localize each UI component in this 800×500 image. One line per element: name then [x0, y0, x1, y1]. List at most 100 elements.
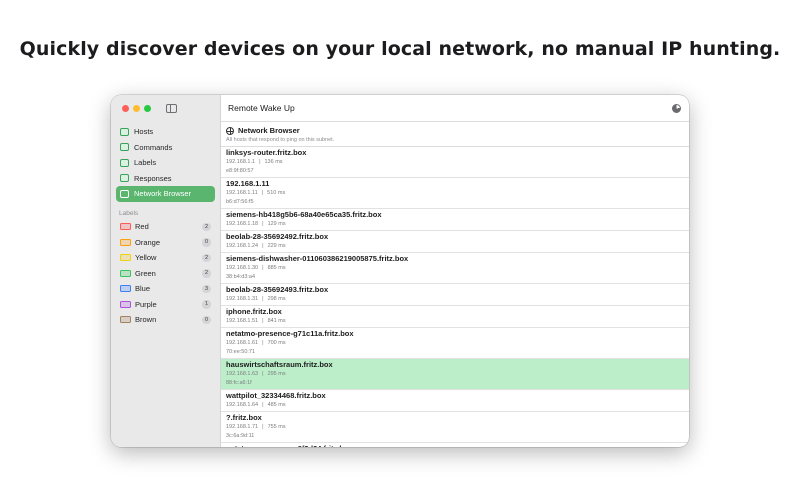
sidebar-item-label: Responses — [134, 173, 172, 183]
host-ping-time: 485 ms — [267, 402, 286, 408]
host-ip: 192.168.1.61 — [226, 340, 259, 346]
host-name: beolab-28-35692492.fritz.box — [226, 232, 329, 241]
sidebar-item-hosts[interactable]: Hosts — [116, 124, 215, 140]
host-meta: 192.168.1.64 | 485 ms — [226, 401, 689, 410]
section-title: Network Browser — [238, 126, 300, 135]
sidebar-item-label: Labels — [134, 158, 157, 168]
host-ping-time: 755 ms — [267, 424, 286, 430]
label-count-badge: 2 — [202, 269, 211, 278]
label-item-yellow[interactable]: Yellow 2 — [116, 250, 215, 266]
host-row[interactable]: netatmo-presence-g71c11a.fritz.box 192.16… — [221, 328, 689, 359]
label-tag-icon — [120, 269, 131, 277]
host-list: linksys-router.fritz.box 192.168.1.1 | 136 … — [221, 147, 689, 447]
section-subtitle: All hosts that respond to ping on this s… — [226, 137, 335, 143]
sidebar-item-commands[interactable]: Commands — [116, 140, 215, 156]
label-item-brown[interactable]: Brown 0 — [116, 312, 215, 328]
host-name: linksys-router.fritz.box — [226, 148, 307, 157]
host-meta: 192.168.1.30 | 885 ms — [226, 264, 689, 273]
host-ping-time: 229 ms — [267, 243, 286, 249]
host-ping-time: 700 ms — [267, 340, 286, 346]
label-name: Purple — [135, 299, 157, 309]
host-ip: 192.168.1.30 — [226, 265, 259, 271]
network-icon — [120, 189, 129, 198]
host-ip: 192.168.1.31 — [226, 296, 259, 302]
host-name: netatmo-presence-g6f3d24.fritz.box — [226, 444, 689, 447]
label-name: Orange — [135, 237, 161, 247]
title-bar: Remote Wake Up — [221, 95, 689, 122]
label-tag-icon — [120, 316, 131, 324]
host-name: wattpilot_32334468.fritz.box — [226, 391, 326, 400]
label-name: Brown — [135, 315, 157, 325]
host-row[interactable]: wattpilot_32334468.fritz.box 192.168.1.64… — [221, 390, 689, 412]
host-mac-address: b6:d7:56:f5 — [226, 199, 254, 205]
sidebar-item-label: Commands — [134, 142, 173, 152]
label-name: Red — [135, 222, 149, 232]
host-meta-separator: | — [262, 402, 264, 408]
network-browser-icon — [226, 127, 234, 135]
host-row[interactable]: hauswirtschaftsraum.fritz.box 192.168.1.6… — [221, 359, 689, 390]
label-count-badge: 3 — [202, 284, 211, 293]
label-name: Blue — [135, 284, 151, 294]
host-meta: 192.168.1.18 | 129 ms — [226, 220, 689, 229]
minimize-window-button[interactable] — [133, 105, 140, 112]
sidebar-nav: Hosts Commands Labels Responses Network Brow… — [116, 124, 215, 202]
host-meta-separator: | — [261, 190, 264, 196]
label-count-badge: 0 — [202, 315, 211, 324]
label-item-purple[interactable]: Purple 1 — [116, 297, 215, 313]
host-ip: 192.168.1.71 — [226, 424, 259, 430]
host-row[interactable]: beolab-28-35692493.fritz.box 192.168.1.31… — [221, 284, 689, 306]
host-name: netatmo-presence-g71c11a.fritz.box — [226, 329, 354, 338]
host-meta: 192.168.1.63 | 295 ms — [226, 370, 689, 379]
label-item-red[interactable]: Red 2 — [116, 219, 215, 235]
sidebar-toggle-icon[interactable] — [166, 104, 177, 113]
host-row[interactable]: netatmo-presence-g6f3d24.fritz.box — [221, 443, 689, 447]
host-meta-separator: | — [262, 318, 264, 324]
label-item-blue[interactable]: Blue 3 — [116, 281, 215, 297]
host-name: hauswirtschaftsraum.fritz.box — [226, 360, 333, 369]
label-item-green[interactable]: Green 2 — [116, 266, 215, 282]
host-meta-separator: | — [262, 265, 264, 271]
host-meta-separator: | — [262, 340, 264, 346]
sidebar-item-labels[interactable]: Labels — [116, 155, 215, 171]
host-name: siemens-dishwasher-011060386219005875.fr… — [226, 254, 409, 263]
sidebar-item-network-browser[interactable]: Network Browser — [116, 186, 215, 202]
host-ip: 192.168.1.1 — [226, 159, 256, 165]
host-meta-separator: | — [262, 424, 264, 430]
host-ping-time: 841 ms — [267, 318, 286, 324]
sidebar: Hosts Commands Labels Responses Network Brow… — [111, 95, 221, 447]
window-title: Remote Wake Up — [228, 103, 295, 113]
label-count-badge: 1 — [202, 300, 211, 309]
host-ping-time: 129 ms — [267, 221, 286, 227]
responses-icon — [120, 174, 129, 183]
host-ping-time: 510 ms — [267, 190, 286, 196]
commands-icon — [120, 143, 129, 152]
host-ip: 192.168.1.18 — [226, 221, 259, 227]
host-ip: 192.168.1.64 — [226, 402, 259, 408]
host-row[interactable]: iphone.fritz.box 192.168.1.51 | 841 ms — [221, 306, 689, 328]
zoom-window-button[interactable] — [144, 105, 151, 112]
host-meta: 192.168.1.1 | 136 ms — [226, 158, 689, 167]
host-row[interactable]: 192.168.1.11 192.168.1.11 | 510 ms b6:d7:56:… — [221, 178, 689, 209]
host-row[interactable]: siemens-hb418g5b6-68a40e65ca35.fritz.box… — [221, 209, 689, 231]
label-tag-icon — [120, 254, 131, 262]
sidebar-item-responses[interactable]: Responses — [116, 171, 215, 187]
host-name: beolab-28-35692493.fritz.box — [226, 285, 329, 294]
window-controls — [122, 105, 151, 112]
host-row[interactable]: siemens-dishwasher-011060386219005875.fr… — [221, 253, 689, 284]
close-window-button[interactable] — [122, 105, 129, 112]
label-count-badge: 2 — [202, 253, 211, 262]
host-mac-address: 38:b4:d3:a4 — [226, 274, 256, 280]
host-row[interactable]: ?.fritz.box 192.168.1.71 | 755 ms 3c:6a:9d:1… — [221, 412, 689, 443]
host-row[interactable]: linksys-router.fritz.box 192.168.1.1 | 136 … — [221, 147, 689, 178]
host-meta-separator: | — [262, 221, 264, 227]
label-name: Green — [135, 268, 156, 278]
host-row[interactable]: beolab-28-35692492.fritz.box 192.168.1.24… — [221, 231, 689, 253]
label-item-orange[interactable]: Orange 0 — [116, 235, 215, 251]
host-meta: 192.168.1.51 | 841 ms — [226, 317, 689, 326]
host-meta: 192.168.1.61 | 700 ms — [226, 339, 689, 348]
host-ping-time: 298 ms — [267, 296, 286, 302]
host-ip: 192.168.1.24 — [226, 243, 259, 249]
host-meta-separator: | — [262, 371, 264, 377]
host-name: siemens-hb418g5b6-68a40e65ca35.fritz.box — [226, 210, 382, 219]
label-tag-icon — [120, 223, 131, 231]
